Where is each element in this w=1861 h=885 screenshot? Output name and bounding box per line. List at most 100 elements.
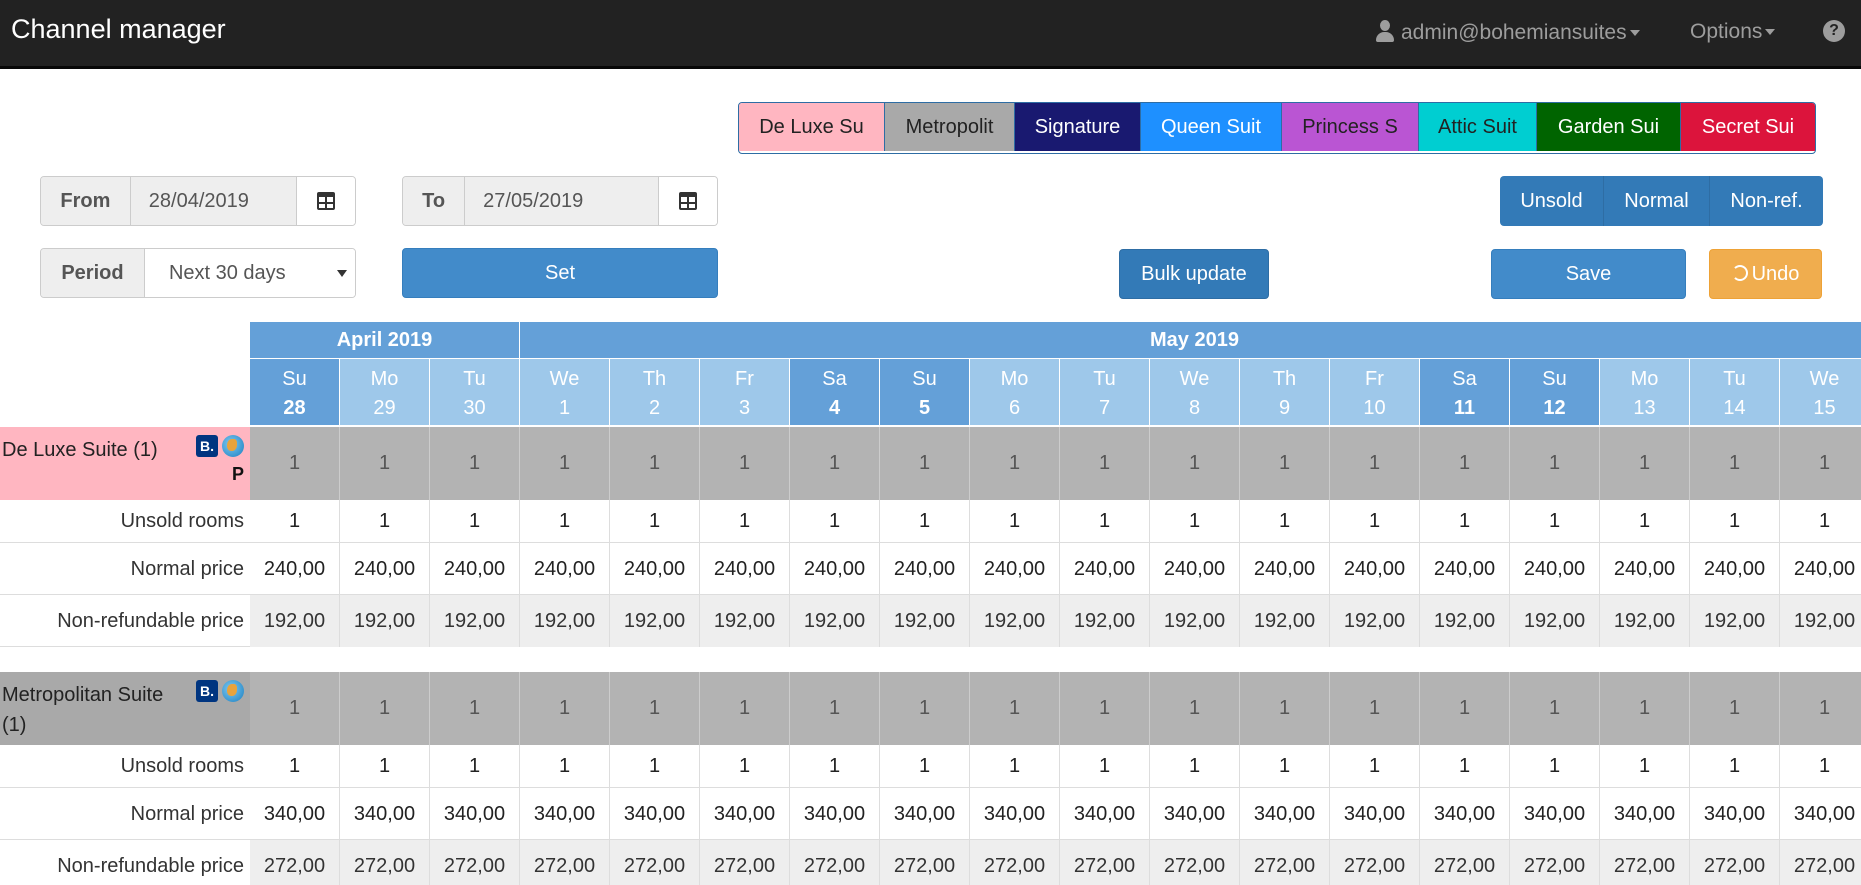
availability-cell[interactable]: 1 (970, 672, 1060, 745)
grid-cell[interactable]: 192,00 (1780, 595, 1861, 647)
grid-cell[interactable]: 272,00 (1240, 840, 1330, 885)
grid-cell[interactable]: 340,00 (610, 788, 700, 840)
room-tab[interactable]: Signature (1015, 103, 1141, 151)
grid-cell[interactable]: 1 (1600, 745, 1690, 788)
room-tab[interactable]: Garden Sui (1537, 103, 1681, 151)
availability-cell[interactable]: 1 (1600, 672, 1690, 745)
grid-cell[interactable]: 340,00 (970, 788, 1060, 840)
from-date-input[interactable]: 28/04/2019 (130, 177, 296, 225)
grid-cell[interactable]: 1 (1600, 500, 1690, 543)
grid-cell[interactable]: 272,00 (1330, 840, 1420, 885)
grid-cell[interactable]: 240,00 (700, 543, 790, 595)
toggle-normal[interactable]: Normal (1604, 176, 1710, 226)
availability-cell[interactable]: 1 (1780, 427, 1861, 500)
grid-cell[interactable]: 1 (1510, 745, 1600, 788)
grid-cell[interactable]: 192,00 (1060, 595, 1150, 647)
availability-cell[interactable]: 1 (880, 427, 970, 500)
grid-cell[interactable]: 272,00 (340, 840, 430, 885)
grid-cell[interactable]: 340,00 (520, 788, 610, 840)
grid-cell[interactable]: 192,00 (340, 595, 430, 647)
availability-cell[interactable]: 1 (520, 427, 610, 500)
grid-cell[interactable]: 240,00 (1330, 543, 1420, 595)
room-tab[interactable]: Secret Sui (1681, 103, 1815, 151)
grid-cell[interactable]: 272,00 (1060, 840, 1150, 885)
grid-cell[interactable]: 1 (520, 745, 610, 788)
undo-button[interactable]: Undo (1709, 249, 1822, 299)
grid-cell[interactable]: 1 (250, 745, 340, 788)
grid-cell[interactable]: 272,00 (1510, 840, 1600, 885)
grid-cell[interactable]: 1 (430, 745, 520, 788)
grid-cell[interactable]: 1 (790, 745, 880, 788)
grid-cell[interactable]: 1 (880, 745, 970, 788)
availability-cell[interactable]: 1 (340, 672, 430, 745)
grid-cell[interactable]: 1 (1330, 745, 1420, 788)
grid-cell[interactable]: 240,00 (520, 543, 610, 595)
availability-cell[interactable]: 1 (520, 672, 610, 745)
availability-cell[interactable]: 1 (610, 427, 700, 500)
grid-cell[interactable]: 192,00 (520, 595, 610, 647)
availability-cell[interactable]: 1 (1780, 672, 1861, 745)
grid-cell[interactable]: 192,00 (610, 595, 700, 647)
toggle-unsold[interactable]: Unsold (1500, 176, 1604, 226)
grid-cell[interactable]: 272,00 (790, 840, 880, 885)
grid-cell[interactable]: 1 (1780, 745, 1861, 788)
availability-cell[interactable]: 1 (1690, 427, 1780, 500)
grid-cell[interactable]: 192,00 (1420, 595, 1510, 647)
availability-cell[interactable]: 1 (340, 427, 430, 500)
grid-cell[interactable]: 340,00 (1330, 788, 1420, 840)
availability-cell[interactable]: 1 (1330, 672, 1420, 745)
grid-cell[interactable]: 340,00 (880, 788, 970, 840)
from-calendar-button[interactable] (295, 177, 355, 225)
grid-cell[interactable]: 192,00 (250, 595, 340, 647)
grid-cell[interactable]: 1 (1510, 500, 1600, 543)
set-button[interactable]: Set (402, 248, 718, 298)
grid-cell[interactable]: 340,00 (1780, 788, 1861, 840)
grid-cell[interactable]: 240,00 (610, 543, 700, 595)
grid-cell[interactable]: 240,00 (430, 543, 520, 595)
grid-cell[interactable]: 192,00 (1510, 595, 1600, 647)
user-menu[interactable]: admin@bohemiansuites (1375, 20, 1640, 45)
grid-cell[interactable]: 1 (1060, 500, 1150, 543)
grid-cell[interactable]: 272,00 (430, 840, 520, 885)
availability-cell[interactable]: 1 (430, 672, 520, 745)
availability-cell[interactable]: 1 (1060, 672, 1150, 745)
availability-cell[interactable]: 1 (1150, 427, 1240, 500)
grid-cell[interactable]: 1 (1060, 745, 1150, 788)
options-menu[interactable]: Options (1690, 20, 1776, 44)
app-title[interactable]: Channel manager (11, 14, 226, 45)
grid-cell[interactable]: 272,00 (1690, 840, 1780, 885)
grid-cell[interactable]: 340,00 (1690, 788, 1780, 840)
grid-cell[interactable]: 1 (880, 500, 970, 543)
grid-cell[interactable]: 1 (1240, 500, 1330, 543)
availability-cell[interactable]: 1 (790, 427, 880, 500)
grid-cell[interactable]: 272,00 (610, 840, 700, 885)
grid-cell[interactable]: 240,00 (790, 543, 880, 595)
availability-cell[interactable]: 1 (1150, 672, 1240, 745)
grid-cell[interactable]: 192,00 (700, 595, 790, 647)
grid-cell[interactable]: 340,00 (1600, 788, 1690, 840)
grid-cell[interactable]: 240,00 (1150, 543, 1240, 595)
grid-cell[interactable]: 1 (610, 500, 700, 543)
grid-cell[interactable]: 1 (1330, 500, 1420, 543)
grid-cell[interactable]: 240,00 (1420, 543, 1510, 595)
grid-cell[interactable]: 192,00 (880, 595, 970, 647)
availability-cell[interactable]: 1 (700, 672, 790, 745)
room-name[interactable]: Metropolitan Suite (1) (2, 680, 182, 740)
room-tab[interactable]: Princess S (1282, 103, 1419, 151)
grid-cell[interactable]: 1 (700, 745, 790, 788)
save-button[interactable]: Save (1491, 249, 1686, 299)
grid-cell[interactable]: 1 (790, 500, 880, 543)
grid-cell[interactable]: 1 (1690, 500, 1780, 543)
availability-cell[interactable]: 1 (1060, 427, 1150, 500)
grid-cell[interactable]: 340,00 (1510, 788, 1600, 840)
grid-cell[interactable]: 1 (1150, 500, 1240, 543)
grid-cell[interactable]: 340,00 (340, 788, 430, 840)
grid-cell[interactable]: 1 (250, 500, 340, 543)
grid-cell[interactable]: 240,00 (1600, 543, 1690, 595)
availability-cell[interactable]: 1 (250, 672, 340, 745)
grid-cell[interactable]: 272,00 (1600, 840, 1690, 885)
grid-cell[interactable]: 240,00 (1690, 543, 1780, 595)
grid-cell[interactable]: 240,00 (970, 543, 1060, 595)
grid-cell[interactable]: 272,00 (1420, 840, 1510, 885)
grid-cell[interactable]: 340,00 (790, 788, 880, 840)
